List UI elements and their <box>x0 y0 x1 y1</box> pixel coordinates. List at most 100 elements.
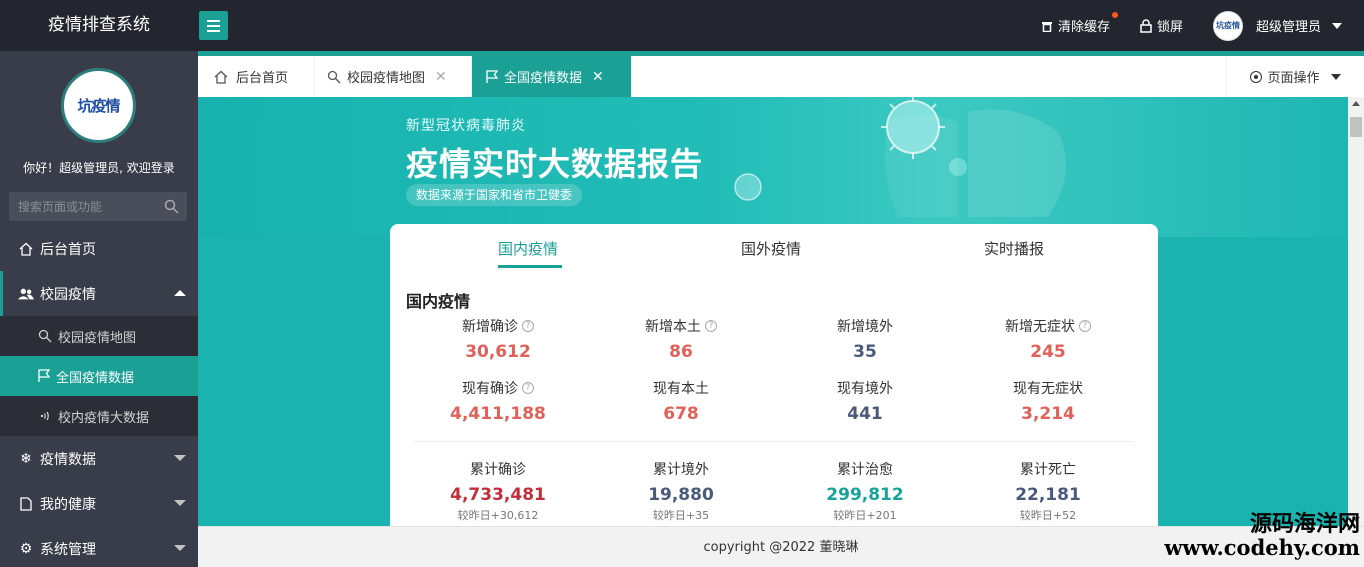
menu-toggle-button[interactable] <box>199 11 228 40</box>
stat-label: 新增无症状 <box>1005 319 1075 335</box>
user-name: 超级管理员 <box>1255 20 1321 35</box>
scroll-thumb[interactable] <box>1350 117 1362 137</box>
stat-total-imported: 累计境外 19,880 较昨日+35 <box>606 459 756 523</box>
sidebar-nav: 后台首页 校园疫情 校园疫情地图 全国疫情数据 校内疫情大数据 ❄ 疫情数据 我… <box>0 226 198 567</box>
home-icon <box>214 70 228 84</box>
clear-cache-button[interactable]: 清除缓存 <box>1041 12 1118 35</box>
banner-subtitle: 新型冠状病毒肺炎 <box>406 118 526 134</box>
stat-value: 678 <box>663 404 699 424</box>
chevron-down-icon <box>174 545 186 551</box>
sidebar-submenu: 校园疫情地图 全国疫情数据 校内疫情大数据 <box>0 316 198 436</box>
stat-label: 累计确诊 <box>470 462 526 478</box>
sidebar-item-epidemic-data[interactable]: ❄ 疫情数据 <box>0 436 198 481</box>
tab-national-data[interactable]: 全国疫情数据 ✕ <box>472 56 632 97</box>
tab-home[interactable]: 后台首页 <box>198 56 315 97</box>
sidebar-item-national-data[interactable]: 全国疫情数据 <box>0 356 198 396</box>
scroll-up-icon[interactable] <box>1352 101 1360 106</box>
stat-label: 新增本土 <box>645 319 701 335</box>
stat-label: 累计死亡 <box>1020 462 1076 478</box>
stat-value: 245 <box>1030 342 1066 362</box>
stat-value: 22,181 <box>1015 485 1081 505</box>
file-icon <box>18 496 34 511</box>
sidebar-item-campus-map[interactable]: 校园疫情地图 <box>0 316 198 356</box>
help-icon[interactable]: ? <box>1079 320 1091 332</box>
chevron-down-icon <box>174 455 186 461</box>
flag-icon <box>38 369 50 383</box>
stats-card: 国内疫情 国外疫情 实时播报 国内疫情 新增确诊? 30,612 新增本土? 8… <box>390 224 1158 526</box>
stat-compare: 较昨日+30,612 <box>457 509 539 522</box>
search-icon[interactable] <box>164 199 179 214</box>
sidebar: 坑疫情 你好！超级管理员, 欢迎登录 后台首页 校园疫情 校园疫情地图 全国疫情… <box>0 51 198 567</box>
stat-value: 35 <box>853 342 877 362</box>
sidebar-item-system[interactable]: ⚙ 系统管理 <box>0 526 198 567</box>
stat-label: 新增确诊 <box>462 319 518 335</box>
watermark-url: www.codehy.com <box>1164 535 1360 561</box>
stat-total-deaths: 累计死亡 22,181 较昨日+52 <box>973 459 1123 523</box>
tab-overseas[interactable]: 国外疫情 <box>741 238 801 259</box>
help-icon[interactable]: ? <box>522 382 534 394</box>
header-actions: 清除缓存 锁屏 坑疫情 超级管理员 <box>1041 0 1364 51</box>
clear-cache-label: 清除缓存 <box>1057 20 1110 35</box>
users-icon <box>18 287 34 301</box>
user-menu[interactable]: 坑疫情 超级管理员 <box>1212 10 1342 41</box>
sidebar-item-campus[interactable]: 校园疫情 <box>0 271 198 316</box>
lock-screen-button[interactable]: 锁屏 <box>1140 16 1183 35</box>
close-icon[interactable]: ✕ <box>592 69 604 85</box>
stat-label: 累计治愈 <box>837 462 893 478</box>
avatar: 坑疫情 <box>1212 10 1243 41</box>
stat-value: 19,880 <box>648 485 714 505</box>
main-content: 新型冠状病毒肺炎 疫情实时大数据报告 数据来源于国家和省市卫健委 国内疫情 国外… <box>198 97 1348 526</box>
stat-label: 现有无症状 <box>1013 381 1083 397</box>
chevron-down-icon <box>1330 73 1341 80</box>
sidebar-item-label: 全国疫情数据 <box>56 370 135 386</box>
stat-compare: 较昨日+35 <box>652 509 710 522</box>
stat-current-local: 现有本土 678 <box>606 378 756 424</box>
active-tab-indicator <box>498 265 562 268</box>
tab-campus-map[interactable]: 校园疫情地图 ✕ <box>315 56 472 97</box>
notification-dot <box>1111 12 1118 18</box>
sidebar-item-my-health[interactable]: 我的健康 <box>0 481 198 526</box>
broadcast-icon <box>38 409 52 423</box>
stat-label: 现有确诊 <box>462 381 518 397</box>
lock-icon <box>1140 18 1152 33</box>
sidebar-item-home[interactable]: 后台首页 <box>0 226 198 271</box>
report-banner: 新型冠状病毒肺炎 疫情实时大数据报告 数据来源于国家和省市卫健委 <box>198 97 1348 237</box>
watermark-name: 源码海洋网 <box>1249 511 1360 537</box>
sidebar-item-label: 系统管理 <box>40 541 96 558</box>
stat-label: 新增境外 <box>837 319 893 335</box>
snowflake-icon: ❄ <box>20 450 32 467</box>
stat-compare: 较昨日+201 <box>833 509 897 522</box>
chevron-down-icon <box>1332 22 1342 29</box>
gear-icon: ⚙ <box>19 540 33 557</box>
sidebar-search <box>9 192 187 221</box>
sidebar-item-campus-bigdata[interactable]: 校内疫情大数据 <box>0 396 198 436</box>
help-icon[interactable]: ? <box>522 320 534 332</box>
content-scrollbar[interactable] <box>1348 97 1364 526</box>
help-icon[interactable]: ? <box>705 320 717 332</box>
banner-title: 疫情实时大数据报告 <box>406 145 704 183</box>
top-header: 疫情排查系统 清除缓存 锁屏 坑疫情 超级管理员 <box>0 0 1364 51</box>
stat-value: 3,214 <box>1021 404 1075 424</box>
trash-icon <box>1041 21 1052 32</box>
tab-live[interactable]: 实时播报 <box>984 238 1044 259</box>
sidebar-item-label: 我的健康 <box>40 496 96 513</box>
page-tabs: 后台首页 校园疫情地图 ✕ 全国疫情数据 ✕ 页面操作 <box>198 51 1364 97</box>
tab-domestic[interactable]: 国内疫情 <box>498 238 558 259</box>
close-icon[interactable]: ✕ <box>435 69 447 85</box>
stat-label: 累计境外 <box>653 462 709 478</box>
sidebar-item-label: 校园疫情 <box>40 286 96 303</box>
search-input[interactable] <box>9 192 159 221</box>
tab-label: 全国疫情数据 <box>504 71 583 86</box>
stat-value: 299,812 <box>826 485 904 505</box>
page-operations-menu[interactable]: 页面操作 <box>1226 56 1364 97</box>
virus-illustration-icon <box>734 97 1066 217</box>
stat-current-confirmed: 现有确诊? 4,411,188 <box>423 378 573 424</box>
section-title: 国内疫情 <box>406 292 471 311</box>
stat-current-asymptomatic: 现有无症状 3,214 <box>973 378 1123 424</box>
site-watermark: 源码海洋网 www.codehy.com <box>1164 512 1360 559</box>
stat-value: 86 <box>669 342 693 362</box>
stat-new-imported: 新增境外 35 <box>790 316 940 362</box>
chevron-up-icon <box>174 290 186 296</box>
stat-label: 现有本土 <box>653 381 709 397</box>
stat-label: 现有境外 <box>837 381 893 397</box>
